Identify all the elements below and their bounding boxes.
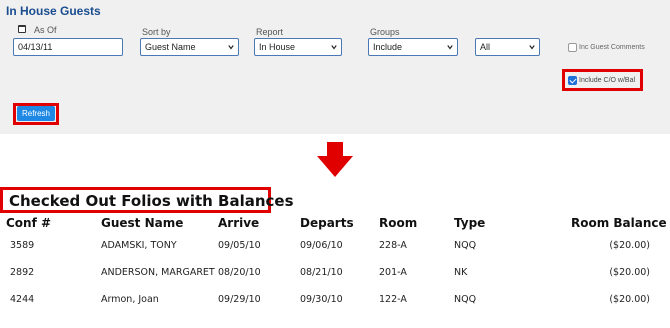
cell-conf: 2892 — [10, 267, 35, 278]
down-arrow-icon — [317, 142, 353, 177]
cell-type: NQQ — [454, 240, 477, 251]
include-co-bal-label: Include C/O w/Bal — [579, 77, 636, 84]
column-header-conf: Conf # — [6, 216, 52, 230]
groups-value: Include — [373, 42, 403, 52]
chevron-down-icon — [529, 45, 535, 50]
groups-label: Groups — [370, 27, 400, 37]
chevron-down-icon — [228, 45, 234, 50]
sort-by-label: Sort by — [142, 27, 171, 37]
column-header-guest-name: Guest Name — [101, 216, 184, 230]
cell-guest-name: ADAMSKI, TONY — [101, 240, 177, 251]
groups-select[interactable]: Include — [368, 38, 458, 56]
column-header-departs: Departs — [300, 216, 354, 230]
cell-type: NQQ — [454, 294, 477, 305]
sort-by-select[interactable]: Guest Name — [140, 38, 239, 56]
include-co-bal-checkbox[interactable] — [568, 76, 577, 85]
cell-departs: 08/21/10 — [300, 267, 343, 278]
column-header-arrive: Arrive — [218, 216, 260, 230]
filter-panel: In House Guests As Of 04/13/11 Sort by G… — [0, 0, 670, 134]
sort-by-value: Guest Name — [145, 42, 196, 52]
cell-room-balance: ($20.00) — [609, 267, 650, 278]
chevron-down-icon — [331, 45, 337, 50]
cell-conf: 3589 — [10, 240, 35, 251]
report-label: Report — [256, 27, 284, 37]
groups-filter-value: All — [480, 42, 491, 52]
cell-departs: 09/06/10 — [300, 240, 343, 251]
refresh-button[interactable]: Refresh — [17, 106, 55, 121]
cell-room: 228-A — [379, 240, 407, 251]
report-value: In House — [259, 42, 296, 52]
cell-guest-name: Armon, Joan — [101, 294, 159, 305]
calendar-icon[interactable] — [18, 25, 26, 33]
report-select[interactable]: In House — [254, 38, 342, 56]
column-header-type: Type — [454, 216, 486, 230]
cell-arrive: 09/29/10 — [218, 294, 261, 305]
as-of-label: As Of — [34, 25, 57, 35]
cell-room: 122-A — [379, 294, 407, 305]
cell-type: NK — [454, 267, 468, 278]
report-title: Checked Out Folios with Balances — [0, 187, 294, 213]
cell-departs: 09/30/10 — [300, 294, 343, 305]
cell-arrive: 09/05/10 — [218, 240, 261, 251]
cell-room-balance: ($20.00) — [609, 240, 650, 251]
cell-conf: 4244 — [10, 294, 35, 305]
inc-guest-comments-label: Inc Guest Comments — [579, 44, 645, 51]
as-of-date-input[interactable]: 04/13/11 — [13, 38, 123, 56]
groups-filter-select[interactable]: All — [475, 38, 540, 56]
inc-guest-comments-checkbox[interactable] — [568, 43, 577, 52]
cell-room: 201-A — [379, 267, 407, 278]
cell-room-balance: ($20.00) — [609, 294, 650, 305]
chevron-down-icon — [447, 45, 453, 50]
column-header-room: Room — [379, 216, 418, 230]
cell-arrive: 08/20/10 — [218, 267, 261, 278]
column-header-room-balance: Room Balance — [571, 216, 667, 230]
cell-guest-name: ANDERSON, MARGARET — [101, 267, 215, 278]
panel-title: In House Guests — [6, 4, 101, 18]
